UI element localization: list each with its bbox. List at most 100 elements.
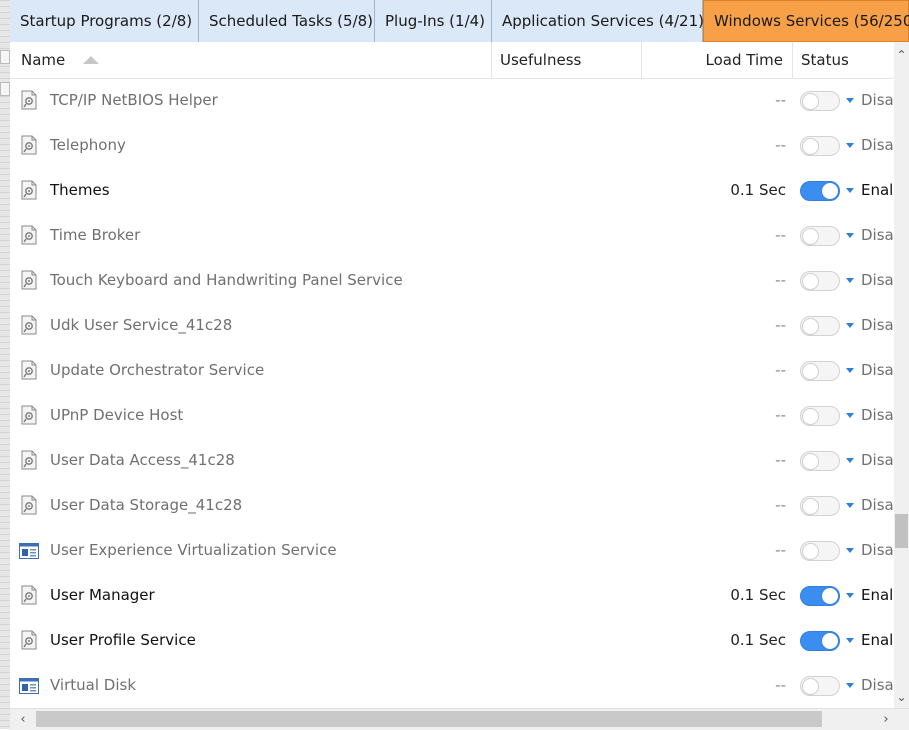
table-row[interactable]: Time Broker -- Disa [10, 213, 894, 258]
chevron-down-icon[interactable] [846, 188, 854, 193]
window-app-icon [19, 678, 39, 694]
service-gear-icon [20, 180, 38, 200]
table-row[interactable]: User Experience Virtualization Service --… [10, 528, 894, 573]
load-time-value: 0.1 Sec [730, 181, 786, 199]
status-toggle[interactable] [800, 226, 840, 246]
status-label: Disa [861, 91, 894, 109]
load-time-value: -- [775, 361, 786, 379]
table-row[interactable]: User Data Access_41c28 -- Disa [10, 438, 894, 483]
chevron-down-icon[interactable] [846, 638, 854, 643]
status-toggle[interactable] [800, 496, 840, 516]
table-row[interactable]: Virtual Disk -- Disa [10, 663, 894, 708]
tab-application-services[interactable]: Application Services (4/21) [492, 0, 704, 42]
status-label: Enal [861, 586, 894, 604]
toggle-knob [802, 273, 819, 290]
load-time-value: -- [775, 226, 786, 244]
column-header-load-time-label: Load Time [705, 51, 783, 69]
service-name: User Data Storage_41c28 [50, 496, 243, 514]
service-name: UPnP Device Host [50, 406, 184, 424]
table-row[interactable]: Touch Keyboard and Handwriting Panel Ser… [10, 258, 894, 303]
table-row[interactable]: Udk User Service_41c28 -- Disa [10, 303, 894, 348]
tab-windows-services[interactable]: Windows Services (56/250) [703, 0, 909, 42]
vertical-scroll-thumb[interactable] [895, 514, 908, 548]
chevron-down-icon[interactable] [846, 503, 854, 508]
tab-startup-programs[interactable]: Startup Programs (2/8) [10, 0, 199, 42]
status-label: Enal [861, 181, 894, 199]
column-header-status[interactable]: Status [793, 42, 894, 78]
column-header-status-label: Status [801, 51, 849, 69]
status-toggle[interactable] [800, 541, 840, 561]
load-time-value: 0.1 Sec [730, 631, 786, 649]
service-name: Update Orchestrator Service [50, 361, 265, 379]
table-row[interactable]: Telephony -- Disa [10, 123, 894, 168]
tab-scheduled-tasks[interactable]: Scheduled Tasks (5/8) [199, 0, 375, 42]
status-toggle[interactable] [800, 136, 840, 156]
chevron-down-icon[interactable] [846, 98, 854, 103]
scroll-up-icon[interactable]: ⌃ [894, 46, 909, 64]
background-fragment [0, 82, 10, 96]
table-row[interactable]: Themes 0.1 Sec Enal [10, 168, 894, 213]
chevron-down-icon[interactable] [846, 683, 854, 688]
tab-plug-ins[interactable]: Plug-Ins (1/4) [375, 0, 492, 42]
column-header-row: Name Usefulness Load Time Status [10, 42, 894, 79]
load-time-value: -- [775, 136, 786, 154]
scroll-right-icon[interactable]: › [877, 709, 895, 730]
scroll-down-icon[interactable]: ⌄ [894, 688, 909, 706]
status-toggle[interactable] [800, 586, 840, 606]
table-row[interactable]: Update Orchestrator Service -- Disa [10, 348, 894, 393]
status-toggle[interactable] [800, 181, 840, 201]
table-row[interactable]: User Profile Service 0.1 Sec Enal [10, 618, 894, 663]
status-label: Disa [861, 406, 894, 424]
status-label: Disa [861, 541, 894, 559]
column-header-load-time[interactable]: Load Time [642, 42, 793, 78]
status-toggle[interactable] [800, 271, 840, 291]
toggle-knob [802, 228, 819, 245]
chevron-down-icon[interactable] [846, 413, 854, 418]
service-gear-icon [20, 495, 38, 515]
chevron-down-icon[interactable] [846, 593, 854, 598]
status-toggle[interactable] [800, 406, 840, 426]
chevron-down-icon[interactable] [846, 143, 854, 148]
status-toggle[interactable] [800, 316, 840, 336]
status-toggle[interactable] [800, 91, 840, 111]
toggle-knob [802, 138, 819, 155]
status-toggle[interactable] [800, 631, 840, 651]
load-time-value: 0.1 Sec [730, 586, 786, 604]
status-label: Disa [861, 676, 894, 694]
table-row[interactable]: User Data Storage_41c28 -- Disa [10, 483, 894, 528]
service-name: Virtual Disk [50, 676, 137, 694]
status-toggle[interactable] [800, 451, 840, 471]
service-name: Telephony [50, 136, 126, 154]
vertical-scrollbar[interactable]: ⌃ ⌄ [894, 42, 909, 708]
load-time-value: -- [775, 406, 786, 424]
service-name: Udk User Service_41c28 [50, 316, 233, 334]
chevron-down-icon[interactable] [846, 323, 854, 328]
column-header-usefulness-label: Usefulness [500, 51, 582, 69]
status-label: Disa [861, 271, 894, 289]
window-app-icon [19, 543, 39, 559]
scroll-left-icon[interactable]: ‹ [14, 709, 32, 730]
tab-bar: Startup Programs (2/8) Scheduled Tasks (… [10, 0, 909, 43]
service-name: User Profile Service [50, 631, 196, 649]
chevron-down-icon[interactable] [846, 368, 854, 373]
toggle-knob [822, 183, 838, 199]
horizontal-scrollbar[interactable]: ‹ › [10, 708, 909, 730]
load-time-value: -- [775, 271, 786, 289]
column-header-usefulness[interactable]: Usefulness [492, 42, 642, 78]
service-name: Themes [50, 181, 110, 199]
table-row[interactable]: TCP/IP NetBIOS Helper -- Disa [10, 78, 894, 123]
chevron-down-icon[interactable] [846, 548, 854, 553]
chevron-down-icon[interactable] [846, 458, 854, 463]
service-gear-icon [20, 225, 38, 245]
chevron-down-icon[interactable] [846, 233, 854, 238]
table-row[interactable]: User Manager 0.1 Sec Enal [10, 573, 894, 618]
column-header-name[interactable]: Name [10, 42, 492, 78]
status-toggle[interactable] [800, 676, 840, 696]
service-name: User Manager [50, 586, 155, 604]
table-row[interactable]: UPnP Device Host -- Disa [10, 393, 894, 438]
service-gear-icon [20, 90, 38, 110]
chevron-down-icon[interactable] [846, 278, 854, 283]
status-toggle[interactable] [800, 361, 840, 381]
status-label: Disa [861, 316, 894, 334]
horizontal-scroll-thumb[interactable] [36, 711, 822, 727]
